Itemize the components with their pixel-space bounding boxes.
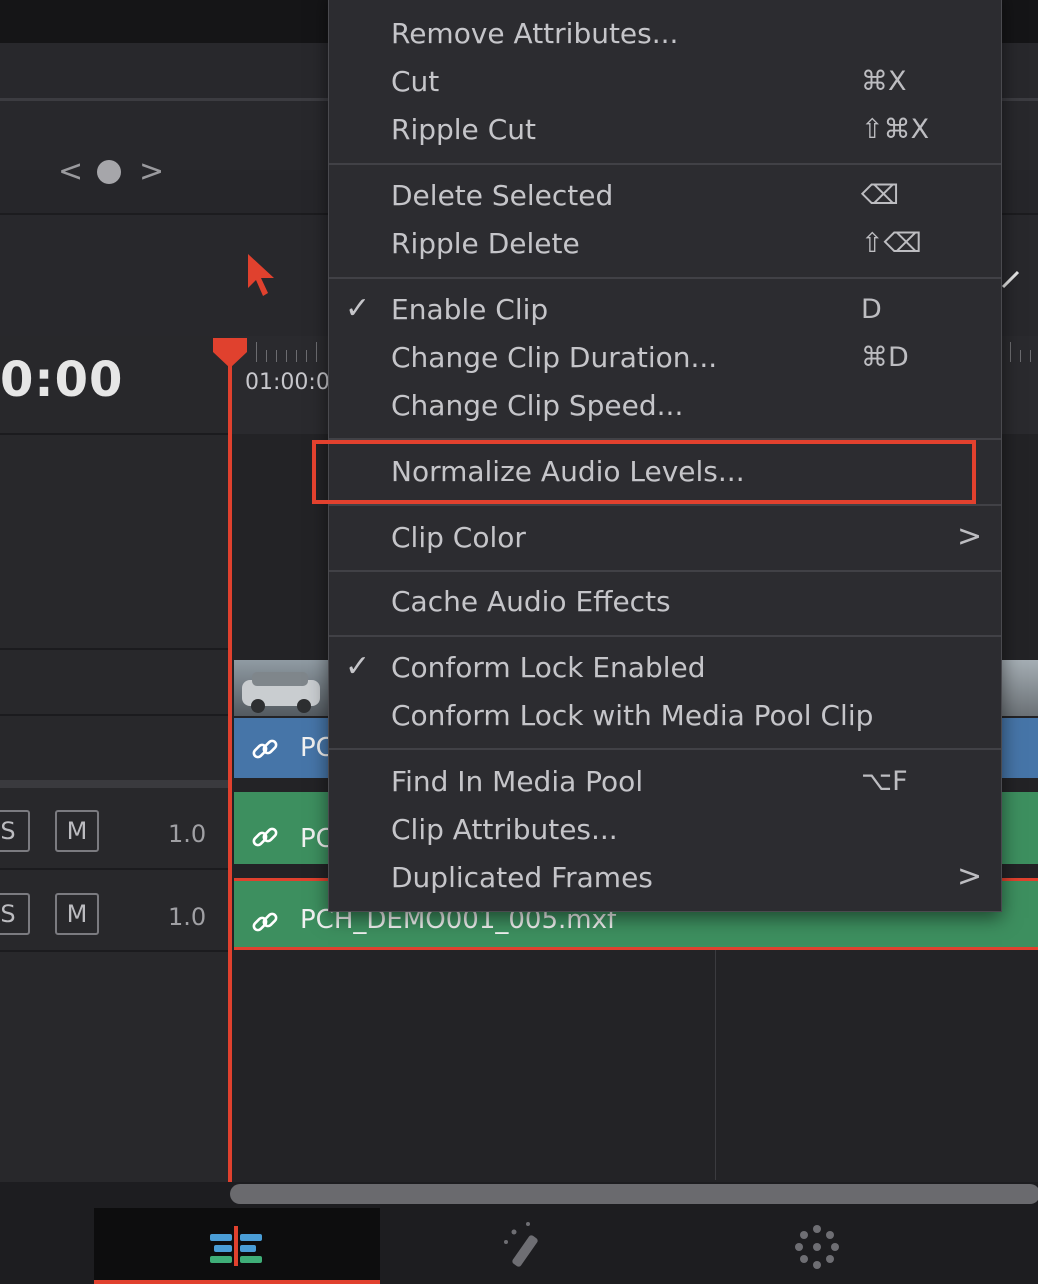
menu-item-clip-attributes[interactable]: Clip Attributes...	[391, 813, 618, 846]
menu-item-duplicated-frames[interactable]: Duplicated Frames	[391, 861, 653, 894]
edit-page-tab[interactable]	[94, 1208, 380, 1284]
divider	[0, 648, 228, 650]
menu-item-conform-lock-enabled[interactable]: Conform Lock Enabled	[391, 651, 706, 684]
previous-arrow-icon[interactable]: <	[58, 152, 83, 192]
menu-item-ripple-cut[interactable]: Ripple Cut	[391, 113, 536, 146]
link-icon	[252, 827, 278, 847]
solo-button[interactable]: S	[0, 893, 30, 935]
checkmark-icon: ✓	[345, 291, 371, 326]
playhead-handle-icon[interactable]	[211, 336, 249, 370]
menu-item-cut[interactable]: Cut	[391, 65, 439, 98]
shortcut-delete-selected: ⌫	[861, 180, 900, 211]
ruler-timecode: 01:00:0	[245, 370, 330, 395]
solo-button[interactable]: S	[0, 810, 30, 852]
video-clip-thumbnail[interactable]	[1002, 660, 1038, 716]
shortcut-find-in-media-pool: ⌥F	[861, 766, 908, 797]
divider	[0, 780, 228, 788]
divider	[0, 950, 228, 952]
divider	[1002, 98, 1038, 101]
shortcut-cut: ⌘X	[861, 66, 907, 97]
menu-separator	[329, 748, 1001, 750]
track-volume: 1.0	[168, 903, 207, 931]
link-icon	[252, 739, 278, 759]
divider	[0, 868, 228, 870]
menu-item-clip-color[interactable]: Clip Color	[391, 521, 526, 554]
blade-tool-icon[interactable]	[1000, 268, 1022, 290]
fusion-page-tab[interactable]	[380, 1208, 666, 1284]
video-clip[interactable]	[1002, 718, 1038, 778]
track-header-panel	[0, 336, 228, 1184]
track-volume: 1.0	[168, 820, 207, 848]
shortcut-ripple-delete: ⇧⌫	[861, 228, 922, 259]
menu-item-ripple-delete[interactable]: Ripple Delete	[391, 227, 580, 260]
menu-item-delete-selected[interactable]: Delete Selected	[391, 179, 613, 212]
color-page-icon	[795, 1225, 839, 1269]
menu-separator	[329, 504, 1001, 506]
video-clip-thumbnail[interactable]	[234, 660, 328, 716]
menu-separator	[329, 570, 1001, 572]
divider	[0, 98, 330, 101]
highlight-box	[312, 440, 976, 504]
shortcut-enable-clip: D	[861, 294, 882, 325]
menu-item-change-clip-speed[interactable]: Change Clip Speed...	[391, 389, 683, 422]
submenu-chevron-icon: >	[957, 859, 983, 894]
timecode-display: 0:00	[0, 352, 124, 408]
shortcut-change-clip-duration: ⌘D	[861, 342, 909, 373]
selection-pointer-icon[interactable]	[246, 252, 278, 300]
video-clip[interactable]: PC	[234, 718, 334, 778]
menu-item-remove-attributes[interactable]: Remove Attributes...	[391, 17, 678, 50]
edit-page-icon	[210, 1226, 262, 1266]
menu-item-enable-clip[interactable]: Enable Clip	[391, 293, 548, 326]
menu-separator	[329, 277, 1001, 279]
divider	[715, 950, 716, 1180]
color-page-tab[interactable]	[666, 1208, 966, 1284]
page-dot-icon[interactable]	[97, 160, 121, 184]
next-arrow-icon[interactable]: >	[139, 152, 164, 192]
link-icon	[252, 912, 278, 932]
horizontal-scrollbar[interactable]	[230, 1184, 1038, 1204]
menu-separator	[329, 163, 1001, 165]
playhead-line[interactable]	[228, 350, 232, 1182]
mute-button[interactable]: M	[55, 810, 99, 852]
menu-item-find-in-media-pool[interactable]: Find In Media Pool	[391, 765, 643, 798]
divider	[0, 433, 228, 435]
fusion-effects-icon	[504, 1222, 538, 1267]
divider	[0, 714, 228, 716]
shortcut-ripple-cut: ⇧⌘X	[861, 114, 930, 145]
menu-item-conform-lock-media-pool[interactable]: Conform Lock with Media Pool Clip	[391, 699, 873, 732]
checkmark-icon: ✓	[345, 649, 371, 684]
menu-item-cache-audio-effects[interactable]: Cache Audio Effects	[391, 585, 671, 618]
menu-separator	[329, 635, 1001, 637]
mute-button[interactable]: M	[55, 893, 99, 935]
submenu-chevron-icon: >	[957, 519, 983, 554]
menu-item-change-clip-duration[interactable]: Change Clip Duration...	[391, 341, 717, 374]
